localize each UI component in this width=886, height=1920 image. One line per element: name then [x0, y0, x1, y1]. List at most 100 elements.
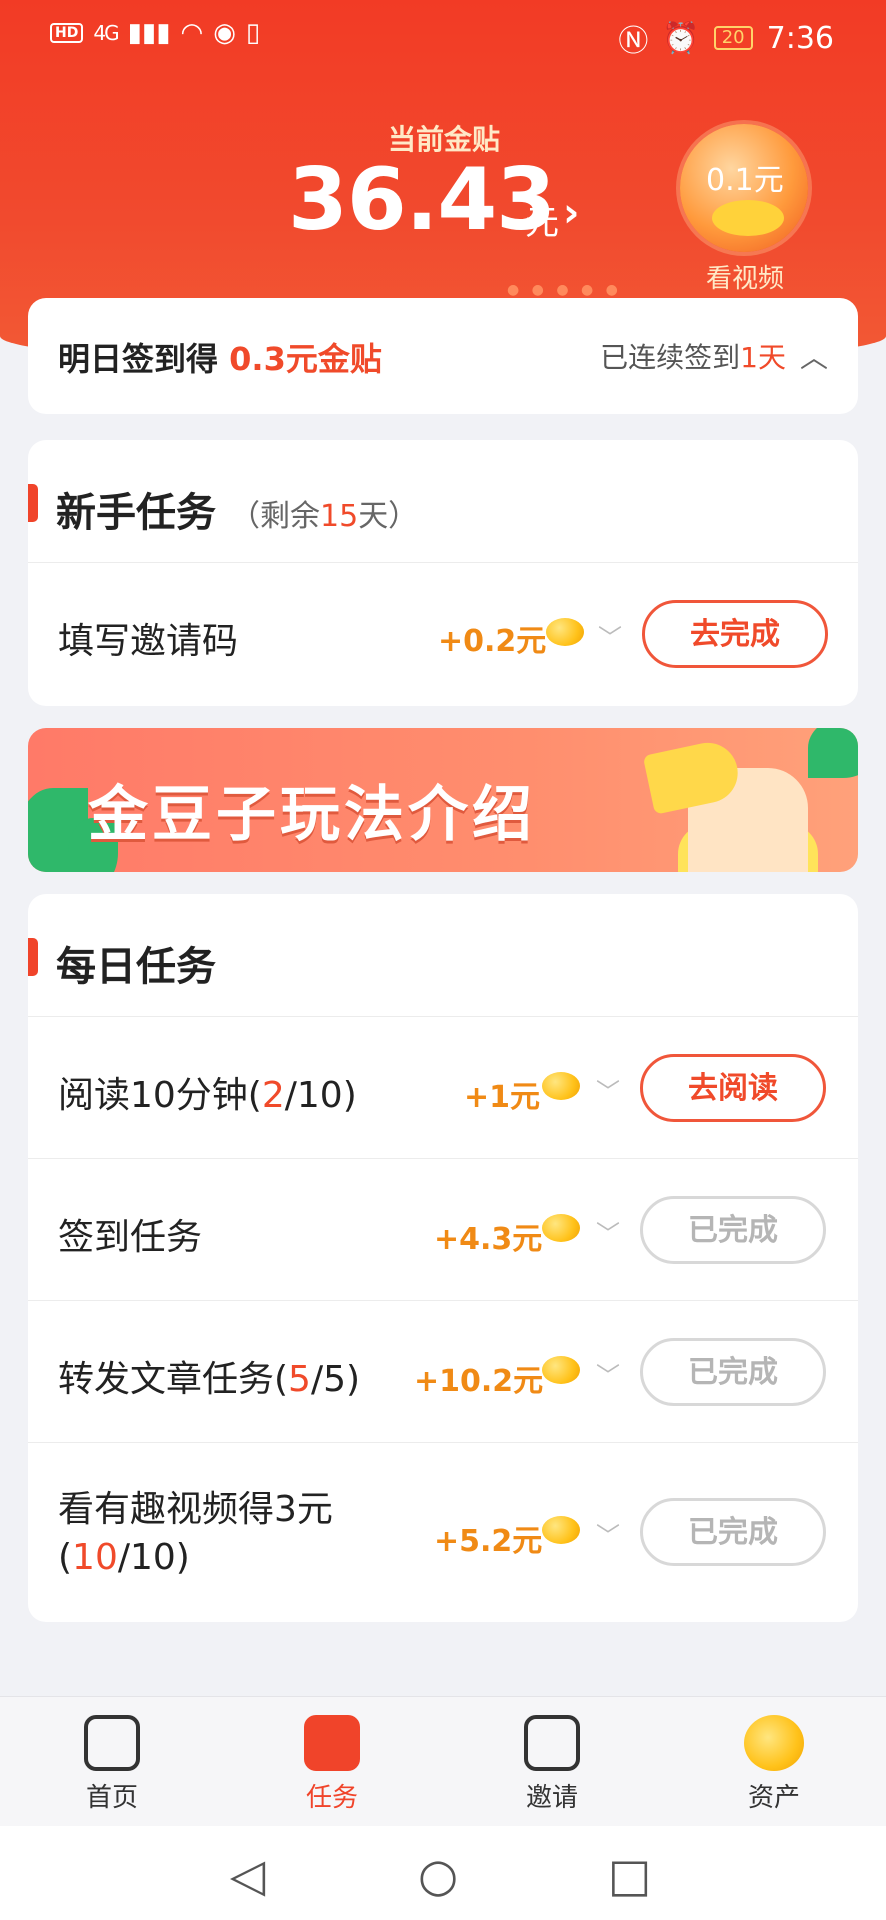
chevron-down-icon[interactable]: ﹀: [598, 618, 622, 653]
task-row: 转发文章任务(5/5) +10.2元 ﹀ 已完成: [28, 1302, 858, 1442]
wifi-icon: ◠: [180, 18, 204, 48]
divider: [28, 1442, 858, 1443]
gold-bean-icon: [712, 200, 784, 236]
task-bookmark-icon: [304, 1715, 360, 1771]
nav-label: 邀请: [525, 1783, 578, 1813]
task-row: 阅读10分钟(2/10) +1元 ﹀ 去阅读: [28, 1018, 858, 1158]
leaf-decoration: [808, 728, 858, 778]
gold-bean-icon: [542, 1072, 580, 1100]
task-reward: +10.2元: [414, 1364, 544, 1399]
chevron-down-icon[interactable]: ﹀: [596, 1516, 620, 1551]
chevron-up-icon[interactable]: ︿: [800, 336, 828, 376]
alarm-icon: ⏰: [662, 20, 700, 56]
completed-button[interactable]: 已完成: [640, 1196, 826, 1264]
go-complete-button[interactable]: 去完成: [642, 600, 828, 668]
task-count: 5: [288, 1359, 311, 1400]
gold-bean-icon: [546, 618, 584, 646]
task-name-part: 阅读10分钟(: [58, 1075, 262, 1116]
note-days: 15: [320, 499, 359, 534]
balance-unit: 元: [525, 203, 559, 243]
status-right: Ⓝ ⏰ 20 7:36: [618, 16, 834, 60]
task-name-part: 转发文章任务(: [58, 1359, 289, 1400]
task-name: 转发文章任务(5/5): [58, 1350, 360, 1402]
note-close: 天）: [358, 499, 419, 534]
signin-reward: 0.3元金贴: [229, 340, 382, 378]
balance-amount[interactable]: 36.43: [288, 150, 556, 250]
watch-video-label[interactable]: 看视频: [706, 258, 784, 295]
home-circle-icon[interactable]: ○: [418, 1848, 458, 1902]
section-accent-bar: [28, 484, 38, 522]
nav-label: 任务: [305, 1783, 358, 1813]
gold-bean-intro-banner[interactable]: 金豆子玩法介绍: [28, 728, 858, 872]
network-label: 4G: [93, 21, 119, 45]
recent-apps-icon[interactable]: □: [608, 1848, 651, 1902]
nav-item-home[interactable]: 首页: [52, 1715, 172, 1814]
chevron-down-icon[interactable]: ﹀: [596, 1072, 620, 1107]
chevron-down-icon[interactable]: ﹀: [596, 1214, 620, 1249]
banner-title: 金豆子玩法介绍: [88, 780, 536, 850]
signin-streak[interactable]: 已连续签到1天 ︿: [600, 336, 828, 376]
daily-section-title: 每日任务: [56, 944, 216, 990]
task-reward: +5.2元: [434, 1524, 543, 1559]
bubble-value: 0.1元: [706, 163, 784, 198]
newbie-section-title: 新手任务 （剩余15天）: [56, 480, 418, 538]
bottom-navigation: 首页 任务 邀请 资产: [0, 1696, 886, 1826]
task-name-part: /10): [117, 1537, 190, 1578]
task-count: 2: [261, 1075, 285, 1116]
completed-button[interactable]: 已完成: [640, 1498, 826, 1566]
signin-reward-text: 明日签到得 0.3元金贴: [58, 334, 382, 380]
task-name-part: 看有趣视频得3元: [58, 1489, 333, 1530]
task-name-part: /5): [310, 1359, 361, 1400]
daily-tasks-card: 每日任务 阅读10分钟(2/10) +1元 ﹀ 去阅读 签到任务 +4.3元 ﹀…: [28, 894, 858, 1622]
divider: [28, 1158, 858, 1159]
task-name: 阅读10分钟(2/10): [58, 1066, 357, 1118]
task-reward: +1元: [464, 1080, 541, 1115]
nav-item-invite[interactable]: 邀请: [492, 1715, 612, 1814]
nav-label: 首页: [85, 1783, 138, 1813]
task-row: 看有趣视频得3元 (10/10) +5.2元 ﹀ 已完成: [28, 1444, 858, 1620]
back-icon[interactable]: ◁: [230, 1848, 265, 1902]
invite-envelope-icon: [524, 1715, 580, 1771]
nfc-icon: Ⓝ: [618, 24, 649, 59]
gold-bean-icon: [542, 1516, 580, 1544]
sim-icon: ▯: [245, 18, 261, 48]
battery-icon: 20: [713, 26, 753, 50]
task-name: 填写邀请码: [58, 621, 239, 662]
divider: [28, 562, 858, 563]
task-row: 签到任务 +4.3元 ﹀ 已完成: [28, 1160, 858, 1300]
decorative-dots: ● ● ● ● ●: [507, 282, 622, 298]
task-name-part: (: [58, 1537, 73, 1578]
task-reward: +0.2元: [438, 624, 547, 659]
hd-badge: HD: [50, 23, 84, 43]
gold-bean-icon: [542, 1356, 580, 1384]
task-name: 签到任务: [58, 1217, 203, 1258]
completed-button[interactable]: 已完成: [640, 1338, 826, 1406]
status-time: 7:36: [766, 20, 834, 56]
signin-card[interactable]: 明日签到得 0.3元金贴 已连续签到1天 ︿: [28, 298, 858, 414]
signin-prefix: 明日签到得: [58, 340, 230, 378]
task-name-part: /10): [284, 1075, 357, 1116]
nav-label: 资产: [747, 1783, 800, 1813]
home-play-icon: [84, 1715, 140, 1771]
notification-icon: ◉: [213, 18, 236, 48]
newbie-title: 新手任务: [56, 490, 216, 536]
chevron-right-icon[interactable]: ›: [563, 190, 579, 236]
chevron-down-icon[interactable]: ﹀: [596, 1356, 620, 1391]
go-read-button[interactable]: 去阅读: [640, 1054, 826, 1122]
newbie-tasks-card: 新手任务 （剩余15天） 填写邀请码 +0.2元 ﹀ 去完成: [28, 440, 858, 706]
nav-item-assets[interactable]: 资产: [714, 1715, 834, 1814]
section-accent-bar: [28, 938, 38, 976]
task-name: 看有趣视频得3元 (10/10): [58, 1486, 333, 1582]
system-navigation-bar: ◁ ○ □: [0, 1826, 886, 1920]
signal-icon: ▮▮▮: [127, 18, 171, 48]
task-count: 10: [72, 1537, 118, 1578]
streak-prefix: 已连续签到: [600, 341, 741, 374]
status-bar: HD 4G ▮▮▮ ◠ ◉ ▯ Ⓝ ⏰ 20 7:36: [0, 0, 886, 66]
nav-item-tasks[interactable]: 任务: [272, 1715, 392, 1814]
divider: [28, 1300, 858, 1301]
newbie-remaining-note: （剩余15天）: [230, 499, 418, 534]
task-row: 填写邀请码 +0.2元 ﹀ 去完成: [28, 564, 858, 704]
gold-beans-icon: [744, 1715, 804, 1771]
divider: [28, 1016, 858, 1017]
status-left: HD 4G ▮▮▮ ◠ ◉ ▯: [50, 18, 260, 48]
